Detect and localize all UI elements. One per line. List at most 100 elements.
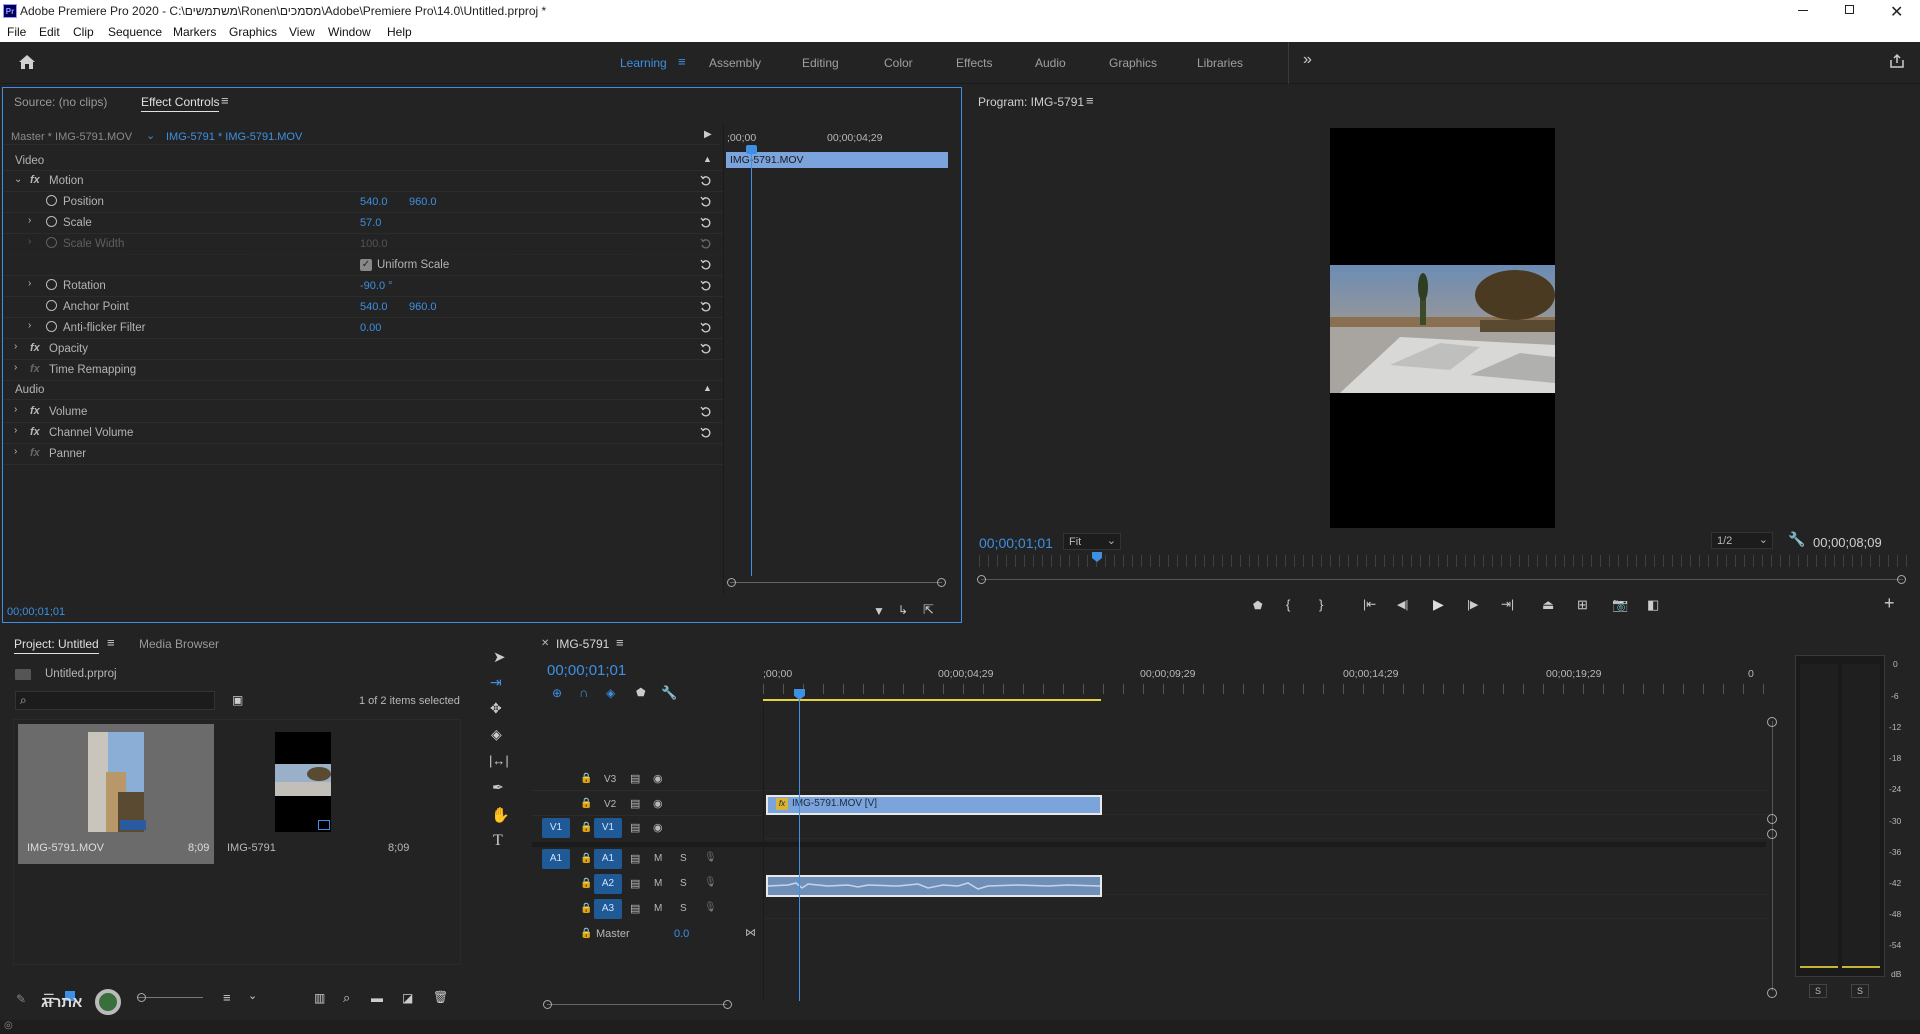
track-lanes[interactable]: fx IMG-5791.MOV [V] [763,689,1769,1001]
expand-icon[interactable]: › [14,425,17,436]
menu-view[interactable]: View [289,25,315,39]
lock-icon[interactable]: 🔒 [580,928,592,939]
effect-panner[interactable]: › fx Panner [3,444,723,465]
mic-icon[interactable]: 🎙 [704,877,717,888]
solo-right-button[interactable]: S [1851,984,1869,998]
sync-lock-icon[interactable]: ▤ [630,772,640,785]
sequence-tab[interactable]: IMG-5791 [556,637,609,651]
maximize-icon[interactable] [1845,5,1854,14]
reset-icon[interactable] [700,259,712,271]
ec-timeline[interactable]: ;00;00 00;00;04;29 IMG-5791.MOV [723,124,963,594]
menu-help[interactable]: Help [387,25,412,39]
ec-zoom-scroll[interactable] [730,582,942,583]
marker-icon[interactable]: ⬟ [636,686,646,699]
panel-menu-icon[interactable]: ≡ [221,93,229,108]
mic-icon[interactable]: 🎙 [704,902,717,913]
expand-icon[interactable]: › [14,404,17,415]
play-icon[interactable]: ▶ [1433,596,1444,613]
program-timecode[interactable]: 00;00;01;01 [979,535,1053,551]
workspace-effects[interactable]: Effects [956,56,992,70]
selection-tool-icon[interactable]: ➤ [493,648,506,666]
project-menu-icon[interactable]: ≡ [107,635,115,650]
snap-icon[interactable]: ∩ [579,685,588,700]
chevron-down-icon[interactable]: ⌄ [248,989,257,1002]
type-tool-icon[interactable]: T [493,832,503,850]
step-forward-icon[interactable]: |▶ [1467,598,1478,611]
video-frame[interactable] [1330,128,1555,528]
track-target-a3[interactable]: A3 [594,899,622,919]
add-marker-icon[interactable]: ⬟ [1253,599,1263,612]
reset-icon[interactable] [700,175,712,187]
master-clip-label[interactable]: Master * IMG-5791.MOV [11,131,132,143]
mic-icon[interactable]: 🎙 [704,852,717,863]
track-label-v2[interactable]: V2 [604,799,616,810]
share-icon[interactable] [1889,53,1905,69]
timeline-vertical-scroll[interactable] [1772,721,1773,991]
sort-icon[interactable]: ≡ [223,990,231,1005]
zoom-slider[interactable] [137,997,203,998]
menu-edit[interactable]: Edit [39,25,60,39]
master-value[interactable]: 0.0 [674,928,689,940]
export-icon[interactable]: ⇱ [923,602,934,618]
solo-button[interactable]: S [680,878,687,889]
ec-clip-bar[interactable]: IMG-5791.MOV [726,152,948,168]
ripple-icon[interactable]: ↳ [898,603,908,617]
timeline-menu-icon[interactable]: ≡ [616,635,624,650]
reset-icon[interactable] [700,406,712,418]
reset-icon[interactable] [700,322,712,334]
position-y-value[interactable]: 960.0 [409,196,437,208]
scroll-handle[interactable] [1767,814,1777,824]
automate-icon[interactable]: ▥ [314,991,325,1005]
expand-icon[interactable]: › [28,320,31,331]
anti-flicker-value[interactable]: 0.00 [360,322,381,334]
sync-lock-icon[interactable]: ▤ [630,902,640,915]
fx-icon[interactable]: fx [30,174,40,186]
sequence-clip-label[interactable]: IMG-5791 * IMG-5791.MOV [166,131,302,143]
zoom-handle-left[interactable] [977,575,986,584]
go-to-out-icon[interactable]: ⇥| [1501,597,1514,611]
razor-tool-icon[interactable]: ◈ [491,726,502,743]
mute-button[interactable]: M [654,853,662,864]
new-search-bin-icon[interactable]: ▣ [232,693,243,707]
compare-icon[interactable]: ◧ [1647,597,1659,613]
eye-icon[interactable]: ◉ [653,797,663,810]
eye-icon[interactable]: ◉ [653,821,663,834]
anchor-y-value[interactable]: 960.0 [409,301,437,313]
new-bin-icon[interactable]: ▬ [371,991,383,1005]
effect-opacity[interactable]: › fx Opacity [3,339,723,360]
fx-icon[interactable]: fx [30,342,40,354]
menu-clip[interactable]: Clip [73,25,94,39]
collapse-icon[interactable]: ▲ [703,154,712,164]
eye-icon[interactable]: ◉ [653,772,663,785]
timeline-playhead[interactable] [799,691,800,1001]
lock-icon[interactable]: 🔒 [580,822,592,833]
scroll-handle[interactable] [1767,717,1777,727]
fx-icon[interactable]: fx [30,405,40,417]
home-icon[interactable] [18,54,36,70]
linked-select-icon[interactable]: ◈ [606,686,615,700]
stopwatch-icon[interactable] [46,216,57,227]
mark-in-icon[interactable]: { [1286,597,1290,612]
camera-icon[interactable]: 📷 [1612,597,1628,613]
program-ruler[interactable] [979,555,1909,567]
new-item-icon[interactable]: ◪ [402,991,413,1005]
tab-effect-controls[interactable]: Effect Controls [141,95,220,112]
mute-button[interactable]: M [654,878,662,889]
stopwatch-icon[interactable] [46,279,57,290]
ec-zoom-handle-left[interactable] [727,578,736,587]
program-zoom-bar[interactable] [981,579,1903,580]
scale-value[interactable]: 57.0 [360,217,381,229]
menu-markers[interactable]: Markers [173,25,216,39]
workspace-editing[interactable]: Editing [802,56,839,70]
menu-file[interactable]: File [7,25,26,39]
search-input[interactable]: ⌕ [15,691,215,710]
rotation-value[interactable]: -90.0 ° [360,280,393,292]
hscroll-handle-right[interactable] [723,1000,732,1009]
uniform-scale-checkbox[interactable]: ✓ [360,259,372,271]
timeline-settings-icon[interactable]: 🔧 [661,685,677,701]
workspace-menu-icon[interactable]: ≡ [678,54,686,69]
play-only-icon[interactable]: ▶ [704,129,712,140]
sync-lock-icon[interactable]: ▤ [630,877,640,890]
anchor-x-value[interactable]: 540.0 [360,301,388,313]
ec-playhead[interactable] [751,146,752,576]
